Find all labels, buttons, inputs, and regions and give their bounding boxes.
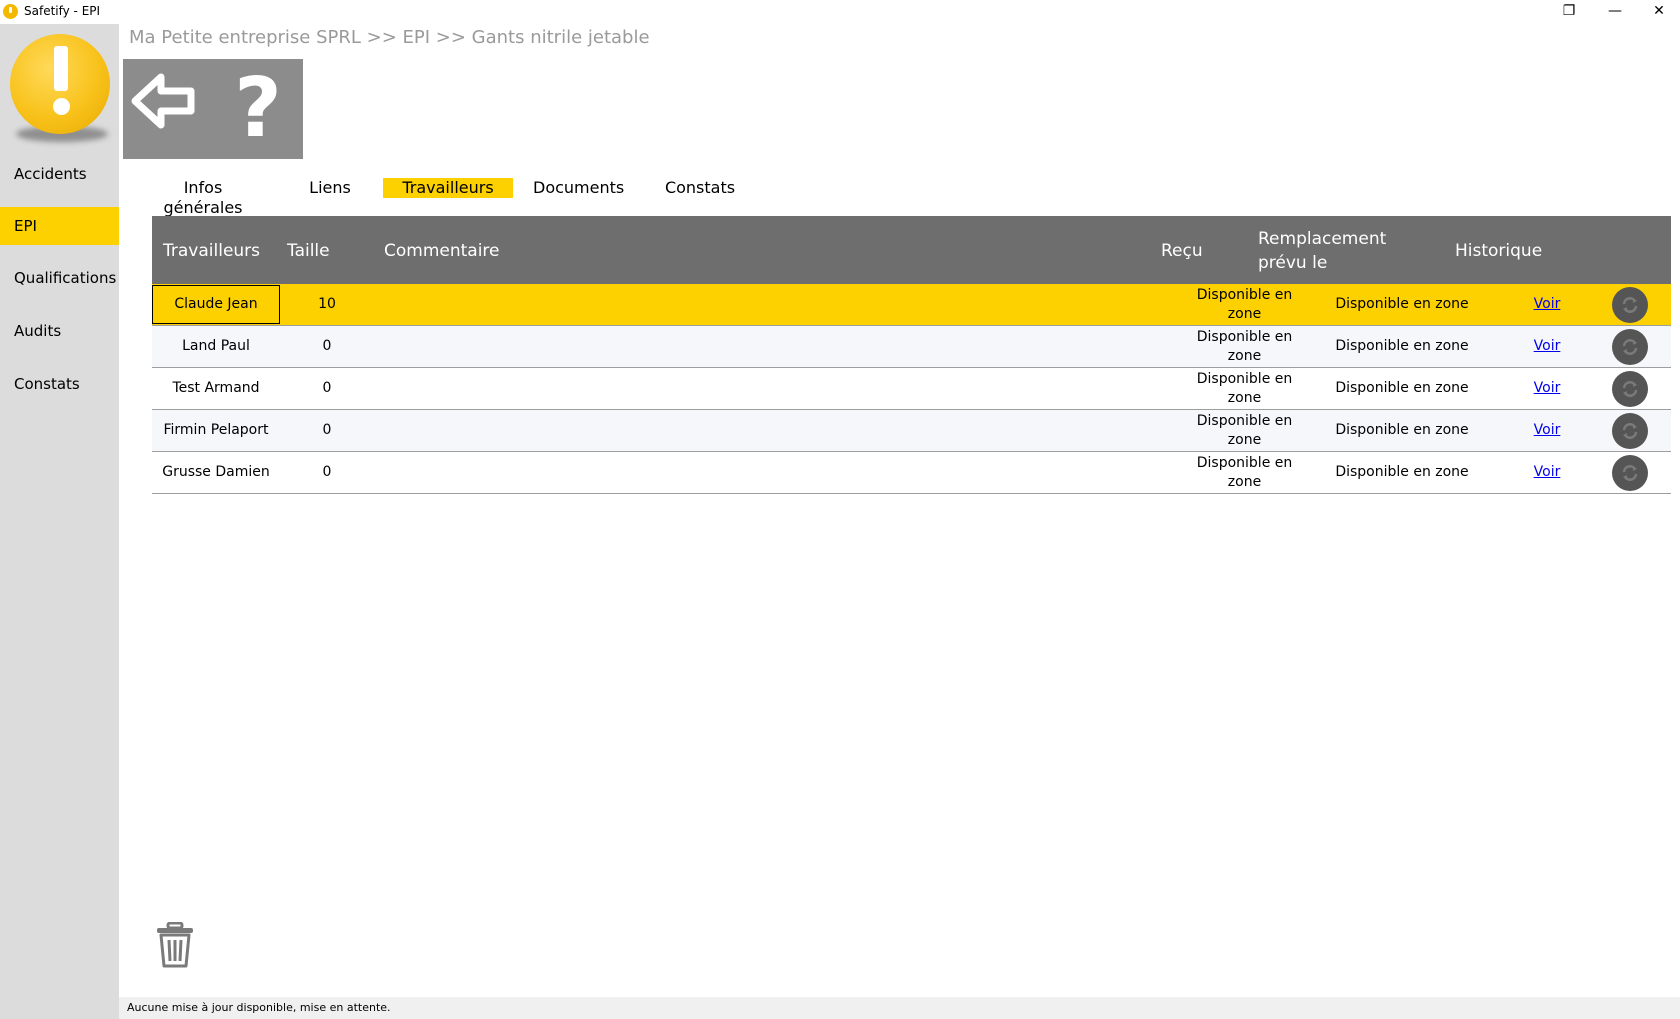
workers-table: Travailleurs Taille Commentaire Reçu Rem… bbox=[152, 216, 1671, 494]
refresh-icon bbox=[1622, 381, 1638, 397]
toolbar: ? bbox=[123, 59, 303, 159]
table-row[interactable]: Land Paul 0 Disponible en zone Disponible… bbox=[152, 326, 1671, 368]
received-status: Disponible en zone bbox=[1182, 410, 1307, 451]
table-header: Travailleurs Taille Commentaire Reçu Rem… bbox=[152, 216, 1671, 284]
delete-button[interactable] bbox=[155, 921, 195, 968]
worker-name[interactable]: Claude Jean bbox=[152, 285, 280, 324]
help-button[interactable]: ? bbox=[213, 59, 303, 159]
history-link[interactable]: Voir bbox=[1517, 410, 1577, 451]
header-taille[interactable]: Taille bbox=[287, 241, 330, 261]
worker-size[interactable]: 0 bbox=[310, 368, 344, 409]
tab-constats[interactable]: Constats bbox=[660, 178, 740, 198]
breadcrumb: Ma Petite entreprise SPRL >> EPI >> Gant… bbox=[129, 27, 650, 48]
received-line1: Disponible en bbox=[1196, 328, 1293, 345]
tab-liens[interactable]: Liens bbox=[300, 178, 360, 198]
worker-size[interactable]: 10 bbox=[310, 284, 344, 325]
header-remplacement[interactable]: Remplacement bbox=[1258, 229, 1386, 249]
trash-icon bbox=[157, 921, 193, 968]
worker-name[interactable]: Firmin Pelaport bbox=[152, 410, 280, 451]
history-link[interactable]: Voir bbox=[1517, 284, 1577, 325]
received-status: Disponible en zone bbox=[1182, 452, 1307, 493]
table-row[interactable]: Firmin Pelaport 0 Disponible en zone Disp… bbox=[152, 410, 1671, 452]
received-line1: Disponible en bbox=[1196, 370, 1293, 387]
close-button[interactable]: ✕ bbox=[1638, 0, 1680, 24]
refresh-button[interactable] bbox=[1612, 371, 1648, 407]
worker-size[interactable]: 0 bbox=[310, 326, 344, 367]
replacement-date: Disponible en zone bbox=[1335, 296, 1469, 312]
refresh-button[interactable] bbox=[1612, 455, 1648, 491]
history-link[interactable]: Voir bbox=[1517, 326, 1577, 367]
received-line1: Disponible en bbox=[1196, 286, 1293, 303]
sidebar-item-constats[interactable]: Constats bbox=[0, 365, 119, 403]
title-bar: Safetify - EPI — ✕ ❐ bbox=[0, 0, 1680, 24]
header-recu[interactable]: Reçu bbox=[1161, 241, 1203, 261]
replacement-date: Disponible en zone bbox=[1335, 338, 1469, 354]
received-line2: zone bbox=[1227, 389, 1262, 406]
header-historique[interactable]: Historique bbox=[1455, 241, 1542, 261]
worker-size[interactable]: 0 bbox=[310, 452, 344, 493]
safetify-logo bbox=[10, 34, 110, 134]
received-line2: zone bbox=[1227, 431, 1262, 448]
sidebar-item-qualifications[interactable]: Qualifications bbox=[0, 259, 119, 297]
sidebar-item-audits[interactable]: Audits bbox=[0, 312, 119, 350]
table-row[interactable]: Claude Jean 10 Disponible en zone Disponi… bbox=[152, 284, 1671, 326]
received-line1: Disponible en bbox=[1196, 454, 1293, 471]
header-prevu-le: prévu le bbox=[1258, 253, 1328, 273]
refresh-icon bbox=[1622, 297, 1638, 313]
table-row[interactable]: Grusse Damien 0 Disponible en zone Dispon… bbox=[152, 452, 1671, 494]
app-warning-icon bbox=[3, 4, 18, 19]
received-line2: zone bbox=[1227, 305, 1262, 322]
received-line1: Disponible en bbox=[1196, 412, 1293, 429]
received-status: Disponible en zone bbox=[1182, 284, 1307, 325]
refresh-icon bbox=[1622, 423, 1638, 439]
restore-button[interactable]: ❐ bbox=[1546, 0, 1592, 24]
minimize-button[interactable]: — bbox=[1592, 0, 1638, 24]
header-travailleurs[interactable]: Travailleurs bbox=[163, 241, 260, 261]
status-bar: Aucune mise à jour disponible, mise en a… bbox=[119, 997, 1680, 1019]
refresh-button[interactable] bbox=[1612, 287, 1648, 323]
back-button[interactable] bbox=[123, 59, 213, 159]
replacement-date: Disponible en zone bbox=[1335, 422, 1469, 438]
tab-travailleurs[interactable]: Travailleurs bbox=[383, 178, 513, 198]
tab-documents[interactable]: Documents bbox=[533, 178, 624, 198]
refresh-button[interactable] bbox=[1612, 413, 1648, 449]
window-title: Safetify - EPI bbox=[24, 4, 101, 18]
sidebar: Accidents EPI Qualifications Audits Cons… bbox=[0, 24, 119, 1019]
worker-name[interactable]: Test Armand bbox=[152, 368, 280, 409]
history-link[interactable]: Voir bbox=[1517, 368, 1577, 409]
replacement-date: Disponible en zone bbox=[1335, 380, 1469, 396]
sidebar-item-accidents[interactable]: Accidents bbox=[0, 155, 119, 193]
history-link[interactable]: Voir bbox=[1517, 452, 1577, 493]
replacement-date: Disponible en zone bbox=[1335, 464, 1469, 480]
header-commentaire[interactable]: Commentaire bbox=[384, 241, 500, 261]
worker-name[interactable]: Land Paul bbox=[152, 326, 280, 367]
received-status: Disponible en zone bbox=[1182, 326, 1307, 367]
tab-infos-generales[interactable]: Infos générales bbox=[143, 178, 263, 217]
help-icon: ? bbox=[234, 61, 282, 156]
table-row[interactable]: Test Armand 0 Disponible en zone Disponib… bbox=[152, 368, 1671, 410]
received-status: Disponible en zone bbox=[1182, 368, 1307, 409]
sidebar-item-epi[interactable]: EPI bbox=[0, 207, 119, 245]
worker-name[interactable]: Grusse Damien bbox=[152, 452, 280, 493]
worker-size[interactable]: 0 bbox=[310, 410, 344, 451]
refresh-icon bbox=[1622, 465, 1638, 481]
received-line2: zone bbox=[1227, 473, 1262, 490]
back-arrow-icon bbox=[131, 73, 195, 129]
received-line2: zone bbox=[1227, 347, 1262, 364]
refresh-button[interactable] bbox=[1612, 329, 1648, 365]
refresh-icon bbox=[1622, 339, 1638, 355]
